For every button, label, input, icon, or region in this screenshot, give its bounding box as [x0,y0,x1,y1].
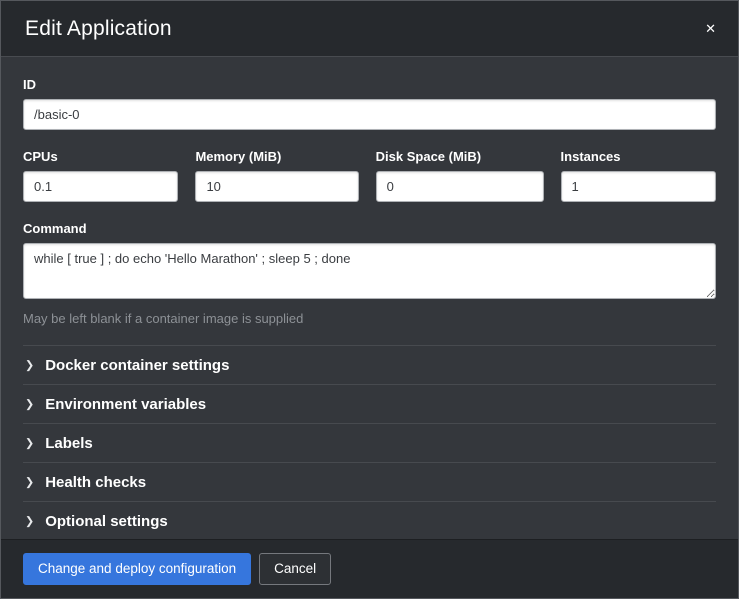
section-environment-variables[interactable]: ❯ Environment variables [23,384,716,423]
instances-field-group: Instances [561,149,716,202]
disk-label: Disk Space (MiB) [376,149,544,164]
instances-label: Instances [561,149,716,164]
section-labels[interactable]: ❯ Labels [23,423,716,462]
command-help-text: May be left blank if a container image i… [23,311,716,326]
command-field-group: Command while [ true ] ; do echo 'Hello … [23,221,716,326]
section-docker-container-settings[interactable]: ❯ Docker container settings [23,345,716,384]
cpus-label: CPUs [23,149,178,164]
chevron-right-icon: ❯ [25,438,34,449]
instances-input[interactable] [561,171,716,202]
modal-body: ID CPUs Memory (MiB) Disk Space (MiB) In… [1,57,738,539]
resources-row: CPUs Memory (MiB) Disk Space (MiB) Insta… [23,149,716,202]
chevron-right-icon: ❯ [25,477,34,488]
chevron-right-icon: ❯ [25,399,34,410]
command-textarea[interactable]: while [ true ] ; do echo 'Hello Marathon… [23,243,716,299]
memory-label: Memory (MiB) [195,149,358,164]
disk-input[interactable] [376,171,544,202]
memory-field-group: Memory (MiB) [195,149,358,202]
section-optional-settings[interactable]: ❯ Optional settings [23,501,716,539]
disk-field-group: Disk Space (MiB) [376,149,544,202]
id-label: ID [23,77,716,92]
memory-input[interactable] [195,171,358,202]
id-field-group: ID [23,77,716,130]
chevron-right-icon: ❯ [25,360,34,371]
section-health-checks[interactable]: ❯ Health checks [23,462,716,501]
section-label: Optional settings [45,513,168,530]
command-label: Command [23,221,716,236]
section-label: Health checks [45,474,146,491]
edit-application-modal: Edit Application ✕ ID CPUs Memory (MiB) … [0,0,739,599]
change-and-deploy-button[interactable]: Change and deploy configuration [23,553,251,585]
chevron-right-icon: ❯ [25,516,34,527]
collapsible-sections: ❯ Docker container settings ❯ Environmen… [23,345,716,539]
cpus-input[interactable] [23,171,178,202]
close-icon[interactable]: ✕ [699,18,722,39]
section-label: Docker container settings [45,357,229,374]
modal-title: Edit Application [25,17,172,40]
section-label: Environment variables [45,396,206,413]
modal-footer: Change and deploy configuration Cancel [1,539,738,598]
modal-header: Edit Application ✕ [1,1,738,57]
section-label: Labels [45,435,93,452]
id-input[interactable] [23,99,716,130]
cancel-button[interactable]: Cancel [259,553,331,585]
cpus-field-group: CPUs [23,149,178,202]
